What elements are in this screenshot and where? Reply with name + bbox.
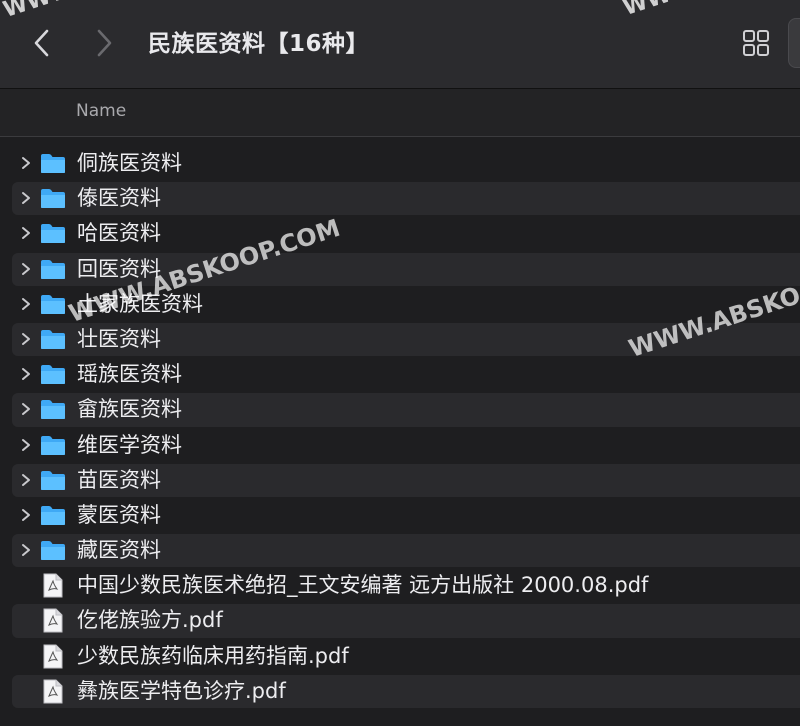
folder-name: 苗医资料 — [77, 467, 161, 492]
disclosure-chevron-icon[interactable] — [20, 472, 32, 488]
folder-row[interactable]: 傣医资料 — [0, 181, 800, 216]
disclosure-chevron-icon[interactable] — [20, 261, 32, 277]
disclosure-chevron-icon[interactable] — [20, 225, 32, 241]
disclosure-chevron-icon[interactable] — [20, 542, 32, 558]
folder-icon — [41, 294, 65, 314]
window-title: 民族医资料【16种】 — [148, 31, 370, 57]
folder-row[interactable]: 哈医资料 — [0, 216, 800, 251]
view-options-button[interactable] — [788, 18, 800, 68]
folder-name: 傣医资料 — [77, 186, 161, 211]
folder-icon — [41, 541, 65, 561]
folder-row[interactable]: 维医学资料 — [0, 428, 800, 463]
toolbar: 民族医资料【16种】 — [0, 0, 800, 88]
disclosure-chevron-icon[interactable] — [20, 296, 32, 312]
file-row[interactable]: 少数民族药临床用药指南.pdf — [0, 639, 800, 674]
folder-icon — [41, 329, 65, 349]
file-row[interactable]: 彝族医学特色诊疗.pdf — [0, 674, 800, 709]
disclosure-chevron-icon[interactable] — [20, 507, 32, 523]
disclosure-chevron-icon[interactable] — [20, 437, 32, 453]
folder-name: 藏医资料 — [77, 538, 161, 563]
folder-icon — [41, 259, 65, 279]
folder-row[interactable]: 壮医资料 — [0, 322, 800, 357]
folder-row[interactable]: 回医资料 — [0, 252, 800, 287]
folder-row[interactable]: 侗族医资料 — [0, 146, 800, 181]
folder-icon — [41, 189, 65, 209]
forward-button[interactable] — [90, 26, 120, 60]
grid-view-icon — [743, 30, 769, 56]
disclosure-chevron-icon[interactable] — [20, 366, 32, 382]
chevron-right-icon — [97, 29, 112, 57]
folder-name: 回医资料 — [77, 256, 161, 281]
folder-name: 土家族医资料 — [77, 291, 203, 316]
file-row[interactable]: 中国少数民族医术绝招_王文安编著 远方出版社 2000.08.pdf — [0, 568, 800, 603]
folder-icon — [41, 470, 65, 490]
pdf-file-icon — [43, 573, 63, 598]
folder-icon — [41, 400, 65, 420]
folder-icon — [41, 365, 65, 385]
folder-name: 维医学资料 — [77, 432, 182, 457]
file-row[interactable]: 仡佬族验方.pdf — [0, 603, 800, 638]
back-button[interactable] — [28, 26, 58, 60]
pdf-file-icon — [43, 679, 63, 704]
disclosure-chevron-icon[interactable] — [20, 331, 32, 347]
file-name: 中国少数民族医术绝招_王文安编著 远方出版社 2000.08.pdf — [77, 573, 649, 598]
finder-window: 民族医资料【16种】 Name 侗族医资料傣医资料哈医资料回医资料土家族医资料壮… — [0, 0, 800, 726]
folder-row[interactable]: 苗医资料 — [0, 463, 800, 498]
name-column-header[interactable]: Name — [76, 101, 126, 121]
folder-icon — [41, 224, 65, 244]
pdf-file-icon — [43, 644, 63, 669]
folder-icon — [41, 505, 65, 525]
folder-name: 蒙医资料 — [77, 502, 161, 527]
folder-name: 哈医资料 — [77, 221, 161, 246]
folder-row[interactable]: 瑶族医资料 — [0, 357, 800, 392]
disclosure-chevron-icon[interactable] — [20, 155, 32, 171]
file-list: 侗族医资料傣医资料哈医资料回医资料土家族医资料 壮医资料瑶族医资料畲族医资料维医学… — [0, 146, 800, 709]
folder-name: 瑶族医资料 — [77, 362, 182, 387]
folder-icon — [41, 435, 65, 455]
folder-name: 畲族医资料 — [77, 397, 182, 422]
folder-name: 侗族医资料 — [77, 151, 182, 175]
file-name: 仡佬族验方.pdf — [77, 608, 223, 633]
file-name: 彝族医学特色诊疗.pdf — [77, 678, 286, 703]
folder-row[interactable]: 土家族医资料 — [0, 287, 800, 322]
grid-view-button[interactable] — [740, 27, 772, 59]
folder-row[interactable]: 藏医资料 — [0, 533, 800, 568]
folder-row[interactable]: 畲族医资料 — [0, 392, 800, 427]
folder-icon — [41, 154, 65, 173]
column-header: Name — [0, 88, 800, 137]
folder-name: 壮医资料 — [77, 326, 161, 351]
disclosure-chevron-icon[interactable] — [20, 401, 32, 417]
file-name: 少数民族药临床用药指南.pdf — [77, 643, 349, 668]
pdf-file-icon — [43, 608, 63, 633]
chevron-left-icon — [34, 29, 49, 57]
folder-row[interactable]: 蒙医资料 — [0, 498, 800, 533]
disclosure-chevron-icon[interactable] — [20, 190, 32, 206]
